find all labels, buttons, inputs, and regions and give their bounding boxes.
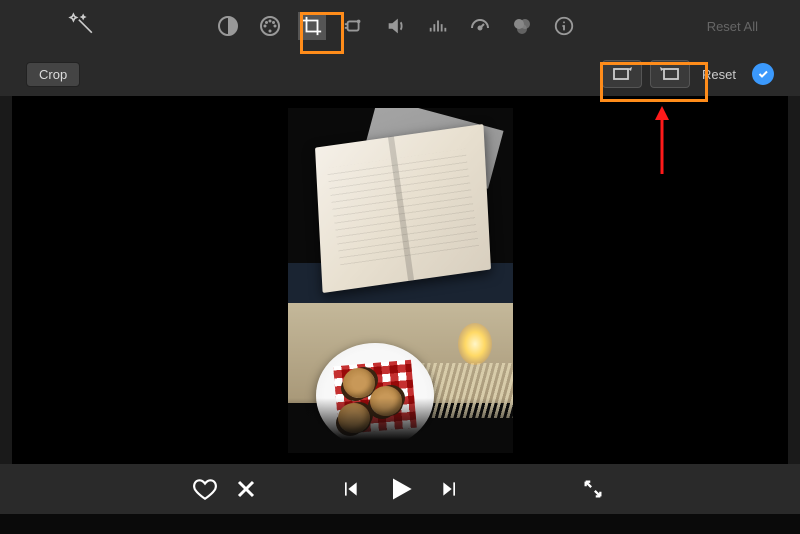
magic-wand-icon[interactable] — [68, 11, 94, 42]
rotate-controls: Reset — [598, 56, 774, 92]
filters-icon[interactable] — [508, 12, 536, 40]
top-toolbar: Reset All — [0, 0, 800, 52]
next-icon[interactable] — [440, 479, 460, 499]
media-viewer — [12, 96, 788, 464]
reset-all-button[interactable]: Reset All — [707, 19, 788, 34]
info-icon[interactable] — [550, 12, 578, 40]
noise-reduction-icon[interactable] — [424, 12, 452, 40]
tool-icon-group — [214, 12, 578, 40]
footer-strip — [0, 514, 800, 534]
reset-button[interactable]: Reset — [702, 67, 736, 82]
speed-icon[interactable] — [466, 12, 494, 40]
rotate-counterclockwise-button[interactable] — [602, 60, 642, 88]
color-correction-icon[interactable] — [256, 12, 284, 40]
apply-check-button[interactable] — [752, 63, 774, 85]
volume-icon[interactable] — [382, 12, 410, 40]
fullscreen-icon[interactable] — [582, 478, 604, 500]
rotate-clockwise-button[interactable] — [650, 60, 690, 88]
previous-icon[interactable] — [340, 479, 360, 499]
media-preview-image[interactable] — [288, 108, 513, 453]
favorite-icon[interactable] — [192, 476, 218, 502]
crop-sub-toolbar: Crop Reset — [0, 52, 800, 96]
reject-icon[interactable] — [234, 476, 258, 502]
playback-bar — [0, 464, 800, 514]
crop-button[interactable]: Crop — [26, 62, 80, 87]
color-balance-icon[interactable] — [214, 12, 242, 40]
stabilization-icon[interactable] — [340, 12, 368, 40]
crop-icon[interactable] — [298, 12, 326, 40]
play-icon[interactable] — [386, 475, 414, 503]
